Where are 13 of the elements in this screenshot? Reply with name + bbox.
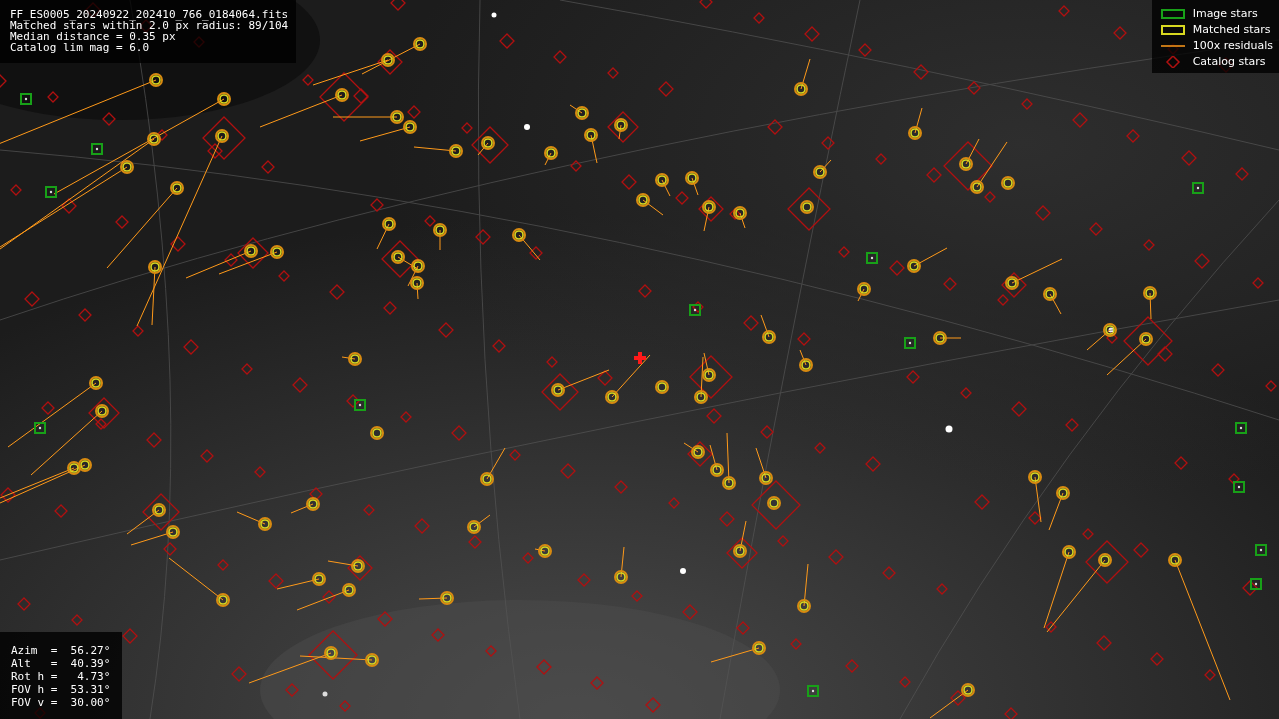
info-text: Catalog lim mag = 6.0 [10,42,151,53]
legend-label: Catalog stars [1192,55,1266,68]
legend-label: Image stars [1192,7,1258,20]
pointing-text: Rot h = 4.73° [11,670,112,683]
info-text: Matched stars within 2.0 px radius: 89/104 [10,20,289,31]
info-text: FF_ES0005_20240922_202410_766_0184064.fits [10,9,289,20]
legend-label: Matched stars [1192,23,1271,36]
legend-label: 100x residuals [1192,39,1273,52]
pointing-text: FOV v = 30.00° [11,696,112,709]
pointing-text: Azim = 56.27° [11,644,112,657]
pointing-text: Alt = 40.39° [11,657,112,670]
info-text: Median distance = 0.35 px [10,31,176,42]
pointing-text: FOV h = 53.31° [11,683,112,696]
